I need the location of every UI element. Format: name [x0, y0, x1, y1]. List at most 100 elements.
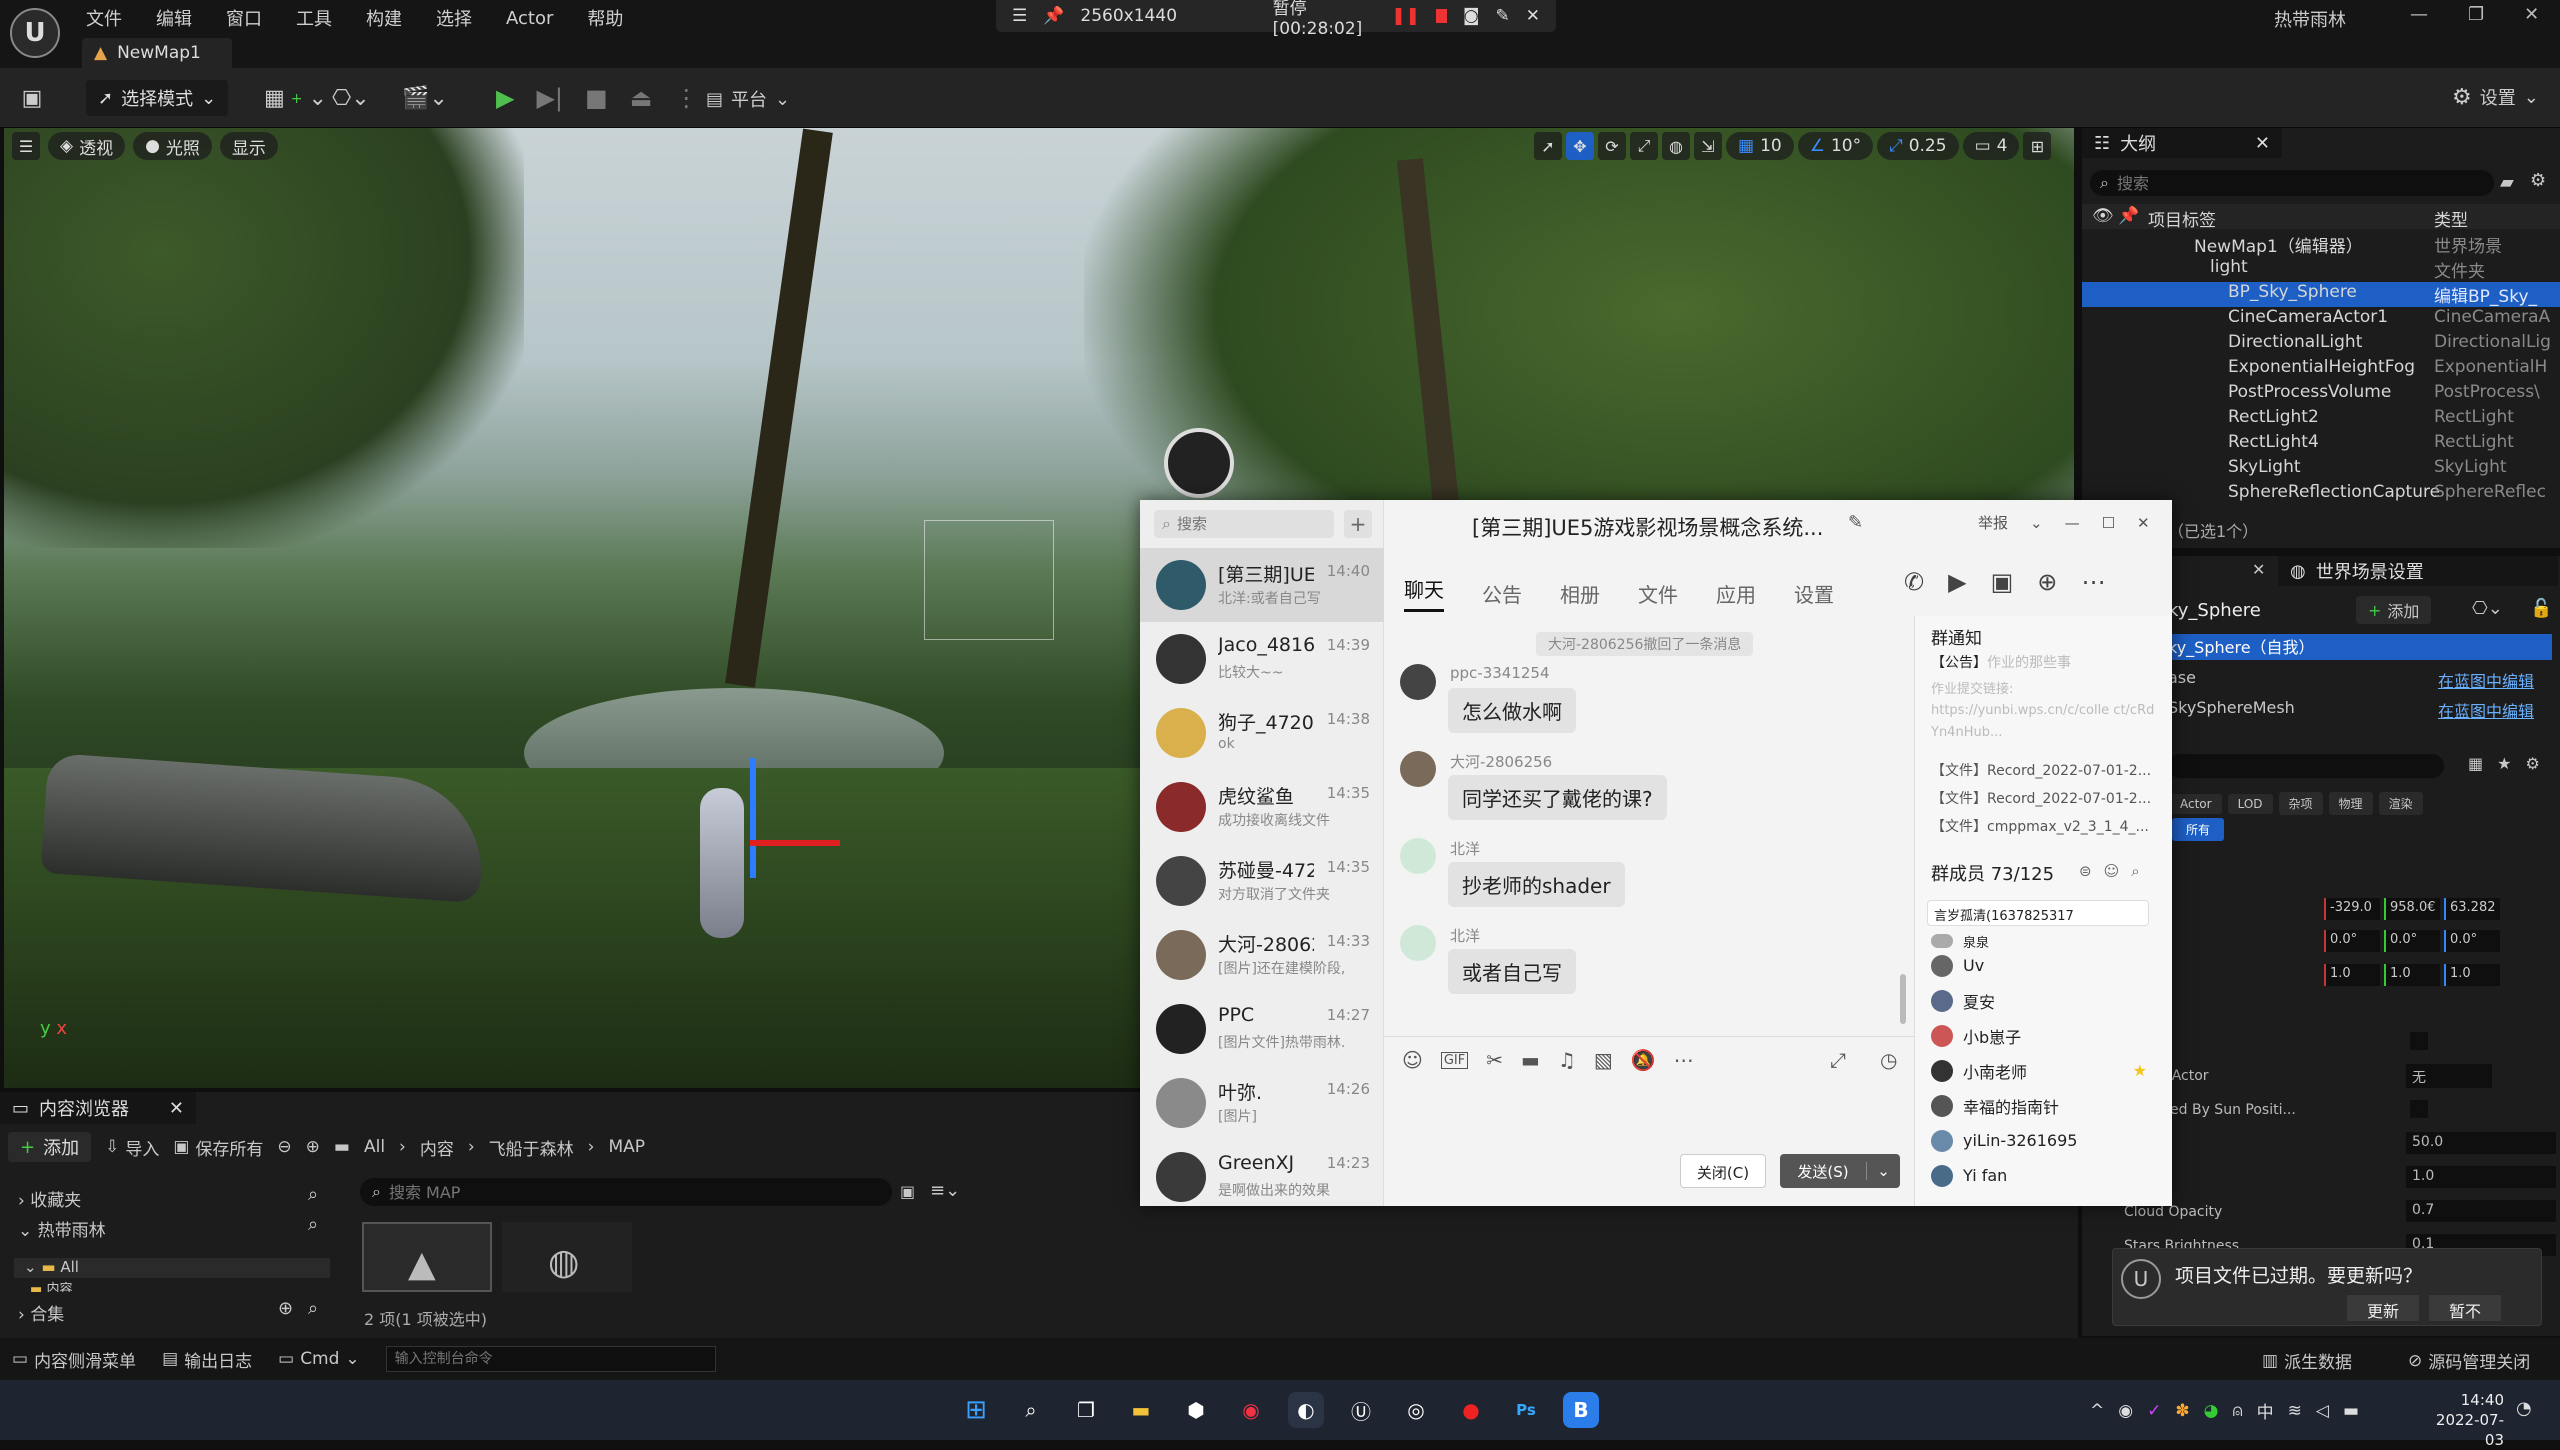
wechat-icon[interactable]: ◕	[2204, 1401, 2219, 1421]
platform-dropdown[interactable]: ▤ 平台 ⌄	[706, 86, 790, 112]
message-bubble[interactable]: 抄老师的shader	[1448, 862, 1625, 907]
tab-chat[interactable]: 聊天	[1404, 574, 1444, 612]
edit-in-blueprint-link[interactable]: 在蓝图中编辑	[2438, 698, 2534, 722]
play-icon[interactable]: ▶	[496, 84, 514, 112]
add-folder-icon[interactable]: ▰	[2500, 172, 2514, 193]
unreal-logo-icon[interactable]: U	[10, 8, 60, 58]
import-button[interactable]: ⇩ 导入	[105, 1135, 159, 1160]
pin-icon[interactable]: 📌	[1043, 6, 1064, 26]
property-value[interactable]: 50.0	[2406, 1132, 2556, 1154]
microphone-icon[interactable]: ⍝	[2232, 1401, 2242, 1421]
star-icon[interactable]: ★	[2497, 754, 2511, 773]
property-value[interactable]: 0.7	[2406, 1200, 2556, 1222]
scale-tool-icon[interactable]: ⤢	[1630, 132, 1658, 160]
tree-row[interactable]: NewMap1（编辑器） 世界场景	[2082, 232, 2560, 257]
search-icon[interactable]: ⌕	[308, 1298, 318, 1319]
add-button[interactable]: + 添加	[8, 1132, 92, 1162]
tree-row-selected[interactable]: BP_Sky_Sphere 编辑BP_Sky_	[2082, 282, 2560, 307]
notice-header[interactable]: 【公告】作业的那些事	[1931, 652, 2071, 672]
eject-icon[interactable]: ⏏	[630, 84, 653, 112]
tree-row[interactable]: PostProcessVolume PostProcess\	[2082, 382, 2560, 407]
asset-tile[interactable]: ◍	[502, 1222, 632, 1292]
history-icon[interactable]: ◷	[1880, 1048, 1897, 1072]
scale-y[interactable]: 1.0	[2384, 964, 2440, 986]
stop-icon[interactable]	[1435, 9, 1447, 23]
app-icon[interactable]: ◎	[1398, 1392, 1434, 1428]
select-mode-dropdown[interactable]: ➚ 选择模式 ⌄	[86, 80, 229, 116]
pause-icon[interactable]: ❚❚	[1391, 6, 1420, 26]
tab-world-settings[interactable]: ◍ 世界场景设置	[2278, 556, 2558, 586]
member-item[interactable]: 泉泉	[1915, 934, 2155, 948]
show-button[interactable]: 显示	[219, 132, 278, 160]
add-component-button[interactable]: + 添加	[2356, 596, 2432, 624]
close-icon[interactable]: ✕	[2252, 560, 2265, 579]
checkbox[interactable]	[2410, 1032, 2428, 1050]
classroom-icon[interactable]: ▣	[1991, 568, 2014, 596]
gif-icon[interactable]: GIF	[1440, 1051, 1469, 1069]
collections-section[interactable]: › 合集	[18, 1300, 64, 1325]
view-mode-button[interactable]: ◈ 透视	[48, 132, 126, 160]
tab-settings[interactable]: 设置	[1794, 579, 1834, 608]
breadcrumb-item[interactable]: All	[364, 1137, 385, 1157]
search-icon[interactable]: ⌕	[2131, 862, 2139, 880]
task-view-icon[interactable]: ❐	[1068, 1392, 1104, 1428]
angle-snap-button[interactable]: ∠ 10°	[1797, 132, 1874, 160]
location-z[interactable]: 63.282	[2444, 898, 2500, 920]
lit-mode-button[interactable]: ● 光照	[133, 132, 212, 160]
world-space-icon[interactable]: ◍	[1662, 132, 1690, 160]
tree-row[interactable]: DirectionalLight DirectionalLig	[2082, 332, 2560, 357]
back-icon[interactable]: ⊖	[277, 1137, 291, 1157]
unreal-engine-icon[interactable]: Ⓤ	[1343, 1392, 1379, 1428]
save-all-button[interactable]: ▣ 保存所有	[173, 1135, 263, 1160]
conversation-item[interactable]: PPC 14:27 [图片文件]热带雨林.	[1140, 992, 1384, 1066]
close-icon[interactable]: ✕	[1526, 6, 1540, 26]
file-item[interactable]: 【文件】cmppmax_v2_3_1_4_...	[1931, 816, 2149, 836]
output-log-button[interactable]: ▤ 输出日志	[162, 1347, 252, 1372]
layout-icon[interactable]: ⊞	[2023, 132, 2052, 160]
minimize-icon[interactable]: —	[2065, 514, 2080, 532]
content-drawer-button[interactable]: ▭ 内容侧滑菜单	[12, 1347, 136, 1372]
blueprint-icon[interactable]: ⎔⌄	[2472, 598, 2503, 619]
rotation-z[interactable]: 0.0°	[2444, 930, 2500, 952]
details-search-input[interactable]	[2168, 754, 2444, 778]
video-icon[interactable]: ▶	[1948, 568, 1966, 596]
chevron-down-icon[interactable]: ⌄	[2030, 514, 2043, 532]
folder-icon[interactable]: ▬	[1521, 1048, 1540, 1072]
add-actor-button[interactable]: ▦ + ⌄	[264, 86, 327, 111]
rotation-y[interactable]: 0.0°	[2384, 930, 2440, 952]
table-icon[interactable]: ▦	[2468, 754, 2483, 773]
tray-app-icon[interactable]: ✽	[2175, 1401, 2189, 1421]
image-icon[interactable]: ▧	[1594, 1048, 1613, 1072]
tab-outliner[interactable]: ☷ 大纲 ✕	[2082, 128, 2282, 158]
chrome-icon[interactable]: ◉	[1233, 1392, 1269, 1428]
menu-item[interactable]: Actor	[506, 8, 553, 29]
member-item[interactable]: 小南老师 ★	[1915, 1053, 2155, 1088]
maximize-icon[interactable]: ☐	[2102, 514, 2115, 532]
scale-z[interactable]: 1.0	[2444, 964, 2500, 986]
tree-row[interactable]: light 文件夹	[2082, 257, 2560, 282]
scissors-icon[interactable]: ✂	[1486, 1048, 1503, 1072]
filter-tab[interactable]: 杂项	[2278, 792, 2323, 815]
file-explorer-icon[interactable]: ▬	[1123, 1392, 1159, 1428]
select-tool-icon[interactable]: ➚	[1534, 132, 1562, 160]
app-icon[interactable]: B	[1563, 1392, 1599, 1428]
app-icon[interactable]: ⬢	[1178, 1392, 1214, 1428]
edit-title-icon[interactable]: ✎	[1848, 512, 1863, 533]
message-bubble[interactable]: 怎么做水啊	[1448, 688, 1576, 733]
member-item[interactable]: Uv	[1915, 948, 2155, 983]
member-item[interactable]: 幸福的指南针	[1915, 1088, 2155, 1123]
camera-icon[interactable]: ◙	[1463, 6, 1480, 26]
later-button[interactable]: 暂不	[2429, 1295, 2501, 1321]
filter-tab[interactable]: 物理	[2328, 792, 2373, 815]
menu-item[interactable]: 选择	[436, 5, 472, 31]
wifi-icon[interactable]: ≋	[2288, 1401, 2302, 1421]
conversation-item[interactable]: 大河-28062 14:33 [图片]还在建模阶段,	[1140, 918, 1384, 992]
more-icon[interactable]: ⋯	[2081, 568, 2105, 596]
message-bubble[interactable]: 同学还买了戴佬的课?	[1448, 775, 1667, 820]
notice-link[interactable]: https://yunbi.wps.cn/c/colle ct/cRdYn4nH…	[1931, 700, 2155, 744]
edit-in-blueprint-link[interactable]: 在蓝图中编辑	[2438, 668, 2534, 692]
conversation-item[interactable]: GreenXJ 14:23 是啊做出来的效果	[1140, 1140, 1384, 1206]
surface-snap-icon[interactable]: ⇲	[1694, 132, 1722, 160]
menu-item[interactable]: 文件	[86, 5, 122, 31]
menu-item[interactable]: 编辑	[156, 5, 192, 31]
